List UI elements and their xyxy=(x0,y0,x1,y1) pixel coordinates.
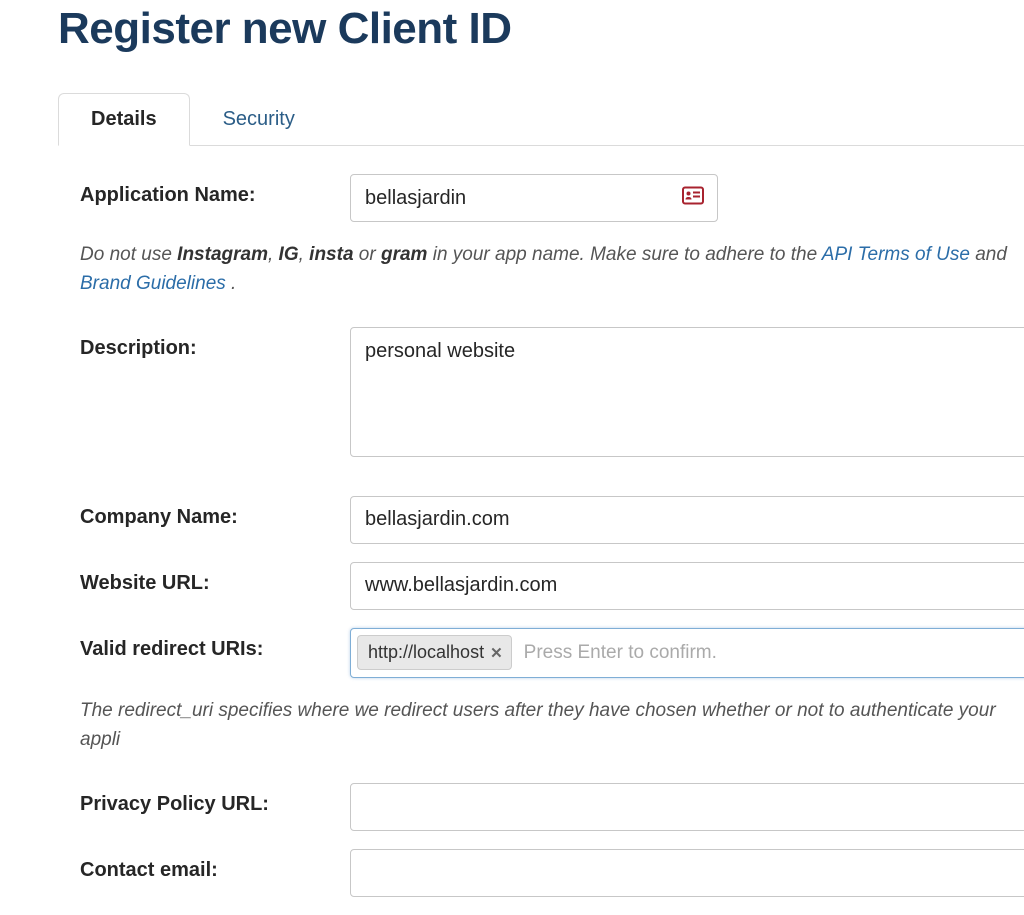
label-redirect-uris: Valid redirect URIs: xyxy=(80,628,350,661)
label-description: Description: xyxy=(80,327,350,360)
tabs: Details Security xyxy=(58,92,1024,146)
page-title: Register new Client ID xyxy=(58,4,1024,54)
application-name-input[interactable] xyxy=(350,174,718,222)
link-brand-guidelines[interactable]: Brand Guidelines xyxy=(80,273,226,294)
label-privacy-policy: Privacy Policy URL: xyxy=(80,783,350,816)
help-app-name: Do not use Instagram, IG, insta or gram … xyxy=(80,240,1024,299)
company-name-input[interactable] xyxy=(350,496,1024,544)
label-application-name: Application Name: xyxy=(80,174,350,207)
link-api-terms[interactable]: API Terms of Use xyxy=(822,244,970,265)
website-url-input[interactable] xyxy=(350,562,1024,610)
label-contact-email: Contact email: xyxy=(80,849,350,882)
redirect-uris-input[interactable] xyxy=(520,636,1023,670)
help-redirect-uri: The redirect_uri specifies where we redi… xyxy=(80,696,1024,755)
redirect-uri-tag: http://localhost ✕ xyxy=(357,635,512,670)
tab-security[interactable]: Security xyxy=(190,93,328,146)
tab-details[interactable]: Details xyxy=(58,93,190,146)
label-website-url: Website URL: xyxy=(80,562,350,595)
contact-card-icon xyxy=(682,187,704,210)
remove-tag-icon[interactable]: ✕ xyxy=(490,644,503,662)
description-input[interactable]: personal website xyxy=(350,327,1024,457)
redirect-uris-input-container[interactable]: http://localhost ✕ xyxy=(350,628,1024,678)
privacy-policy-url-input[interactable] xyxy=(350,783,1024,831)
redirect-uri-tag-text: http://localhost xyxy=(368,642,484,663)
contact-email-input[interactable] xyxy=(350,849,1024,897)
label-company-name: Company Name: xyxy=(80,496,350,529)
